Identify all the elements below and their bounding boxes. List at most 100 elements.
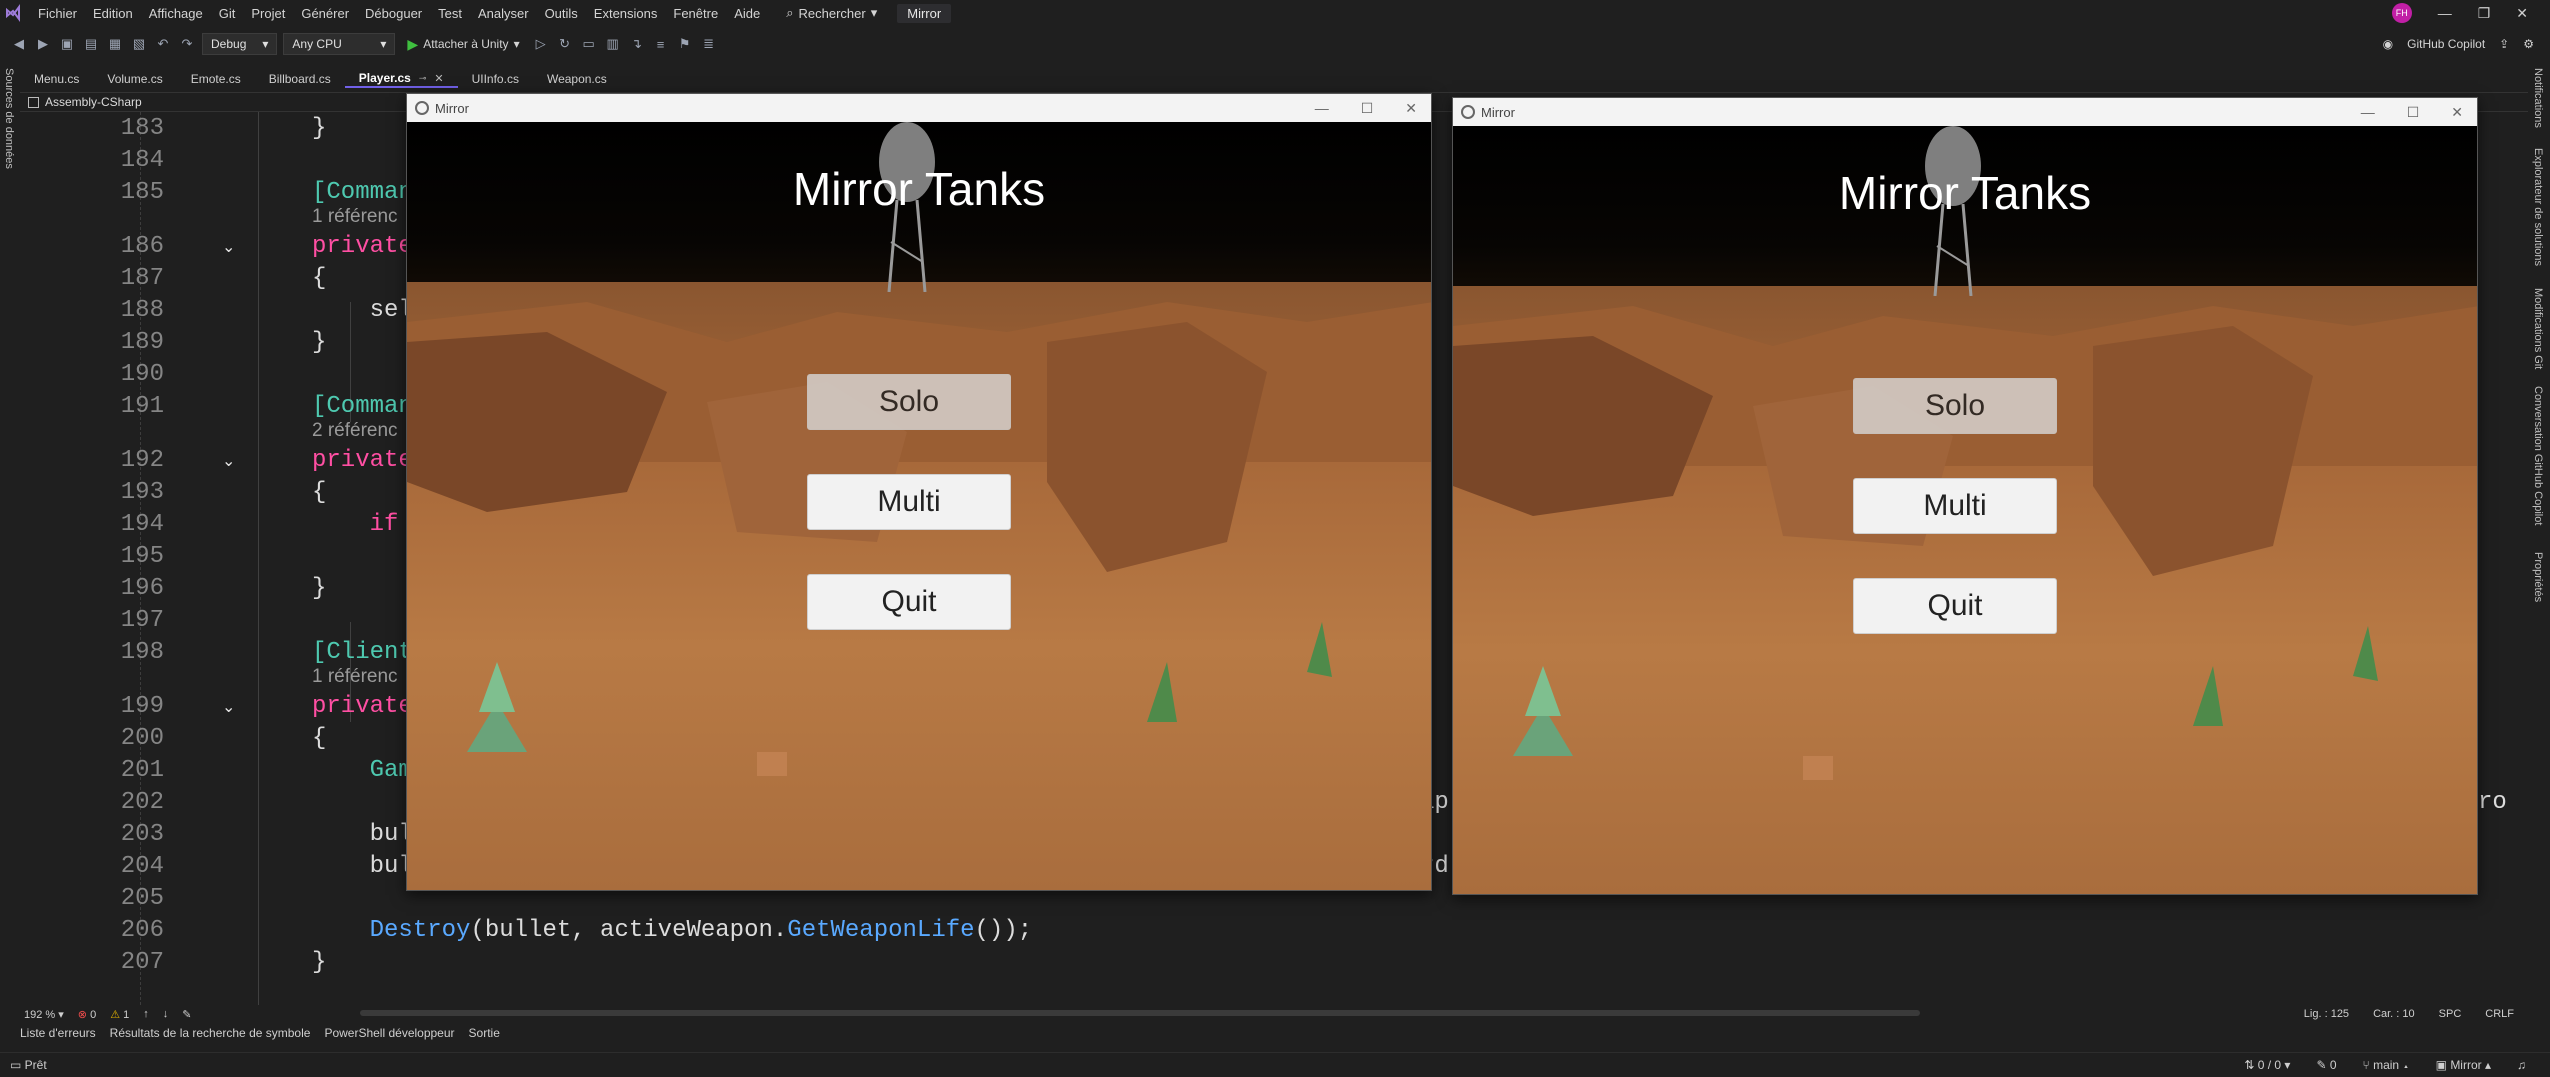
redo-icon[interactable]: ↷ <box>178 35 196 53</box>
solo-button[interactable]: Solo <box>807 374 1011 430</box>
layout-icon[interactable]: ▥ <box>604 35 622 53</box>
tab-output[interactable]: Sortie <box>469 1026 500 1044</box>
quit-button[interactable]: Quit <box>1853 578 2057 634</box>
hot-reload-icon[interactable]: ↻ <box>556 35 574 53</box>
close-icon[interactable]: ✕ <box>2516 5 2528 22</box>
multi-button[interactable]: Multi <box>1853 478 2057 534</box>
line-ending[interactable]: CRLF <box>2485 1008 2514 1020</box>
branch-select[interactable]: ⑂ main ▴ <box>2363 1058 2410 1072</box>
minimize-icon[interactable]: — <box>1315 100 1329 117</box>
account-avatar[interactable]: FH <box>2391 3 2412 23</box>
repository-select[interactable]: ▣ Mirror ▴ <box>2436 1058 2491 1072</box>
tab-developer-powershell[interactable]: PowerShell développeur <box>324 1026 454 1044</box>
menu-view[interactable]: Affichage <box>141 6 211 21</box>
close-icon[interactable]: ✕ <box>2451 104 2463 121</box>
tab-player-cs[interactable]: Player.cs ⊸ ✕ <box>344 70 458 88</box>
menu-file[interactable]: Fichier <box>30 6 85 21</box>
close-icon[interactable]: ✕ <box>1405 100 1417 117</box>
references-count[interactable]: 2 référenc <box>312 420 398 442</box>
git-changes-tab[interactable]: Modifications Git <box>2532 288 2544 369</box>
undo-icon[interactable]: ↶ <box>154 35 172 53</box>
solution-explorer-tab[interactable]: Explorateur de solutions <box>2532 148 2544 266</box>
fold-toggle-icon[interactable]: ⌄ <box>222 237 235 256</box>
menu-git[interactable]: Git <box>211 6 244 21</box>
solution-name[interactable]: Mirror <box>897 3 952 23</box>
quit-button[interactable]: Quit <box>807 574 1011 630</box>
copilot-button[interactable]: GitHub Copilot <box>2407 37 2485 51</box>
close-tab-icon[interactable]: ✕ <box>434 72 443 85</box>
restore-icon[interactable]: ❐ <box>2478 5 2491 22</box>
data-sources-tab[interactable]: Sources de données <box>3 68 15 169</box>
settings-icon[interactable]: ⚙ <box>2523 37 2534 51</box>
share-icon[interactable]: ⇪ <box>2499 37 2509 51</box>
multi-button[interactable]: Multi <box>807 474 1011 530</box>
brush-icon[interactable]: ✎ <box>182 1008 191 1021</box>
tab-emote-cs[interactable]: Emote.cs <box>177 70 255 88</box>
tab-menu-cs[interactable]: Menu.cs <box>20 70 93 88</box>
maximize-icon[interactable]: ☐ <box>1361 100 1374 117</box>
zoom-select[interactable]: 192 % ▾ <box>24 1008 64 1021</box>
references-count[interactable]: 1 référenc <box>312 206 398 228</box>
tab-error-list[interactable]: Liste d'erreurs <box>20 1026 96 1044</box>
new-project-icon[interactable]: ▣ <box>58 35 76 53</box>
menu-edit[interactable]: Edition <box>85 6 141 21</box>
notifications-tab[interactable]: Notifications <box>2532 68 2544 128</box>
cursor-line[interactable]: Lig. : 125 <box>2304 1008 2349 1020</box>
comment-icon[interactable]: ≣ <box>700 35 718 53</box>
maximize-icon[interactable]: ☐ <box>2407 104 2420 121</box>
platform-select[interactable]: Any CPU ▾ <box>283 33 396 55</box>
menu-tools[interactable]: Outils <box>537 6 586 21</box>
arrow-down-icon[interactable]: ↓ <box>163 1008 169 1020</box>
tab-volume-cs[interactable]: Volume.cs <box>93 70 176 88</box>
solo-button[interactable]: Solo <box>1853 378 2057 434</box>
menu-project[interactable]: Projet <box>243 6 293 21</box>
game-window-left[interactable]: Mirror — ☐ ✕ Mirror Tanks Solo Multi Qui… <box>406 93 1432 891</box>
tab-symbol-results[interactable]: Résultats de la recherche de symbole <box>110 1026 311 1044</box>
navigate-forward-icon[interactable]: ▶ <box>34 35 52 53</box>
warning-count[interactable]: ⚠ 1 <box>110 1008 129 1021</box>
menu-window[interactable]: Fenêtre <box>665 6 726 21</box>
error-count[interactable]: ⊗ 0 <box>78 1008 96 1021</box>
menu-test[interactable]: Test <box>430 6 470 21</box>
menu-build[interactable]: Générer <box>293 6 357 21</box>
game-window-titlebar[interactable]: Mirror — ☐ ✕ <box>407 94 1431 122</box>
open-folder-icon[interactable]: ▤ <box>82 35 100 53</box>
tab-billboard-cs[interactable]: Billboard.cs <box>255 70 345 88</box>
game-window-right[interactable]: Mirror — ☐ ✕ Mirror Tanks Solo Multi Qui… <box>1452 97 2478 895</box>
cursor-column[interactable]: Car. : 10 <box>2373 1008 2415 1020</box>
horizontal-scrollbar[interactable] <box>360 1010 1920 1016</box>
pending-changes[interactable]: ✎ 0 <box>2316 1058 2336 1072</box>
menu-analyze[interactable]: Analyser <box>470 6 537 21</box>
menu-extensions[interactable]: Extensions <box>586 6 666 21</box>
game-viewport[interactable]: Mirror Tanks Solo Multi Quit <box>1453 126 2477 894</box>
game-window-titlebar[interactable]: Mirror — ☐ ✕ <box>1453 98 2477 126</box>
minimize-icon[interactable]: — <box>2438 5 2452 21</box>
arrow-up-icon[interactable]: ↑ <box>143 1008 149 1020</box>
references-count[interactable]: 1 référenc <box>312 666 398 688</box>
folder-icon[interactable]: ▭ <box>580 35 598 53</box>
step-icon[interactable]: ↴ <box>628 35 646 53</box>
bookmark-icon[interactable]: ⚑ <box>676 35 694 53</box>
tab-weapon-cs[interactable]: Weapon.cs <box>533 70 621 88</box>
properties-tab[interactable]: Propriétés <box>2532 552 2544 602</box>
menu-debug[interactable]: Déboguer <box>357 6 430 21</box>
menu-help[interactable]: Aide <box>726 6 768 21</box>
notification-bell-icon[interactable]: ♫ <box>2517 1058 2526 1072</box>
navigate-back-icon[interactable]: ◀ <box>10 35 28 53</box>
fold-toggle-icon[interactable]: ⌄ <box>222 697 235 716</box>
search-menu[interactable]: ⌕ Rechercher ▾ <box>776 5 887 21</box>
format-icon[interactable]: ≡ <box>652 35 670 53</box>
whitespace-mode[interactable]: SPC <box>2439 1008 2462 1020</box>
save-icon[interactable]: ▦ <box>106 35 124 53</box>
fold-toggle-icon[interactable]: ⌄ <box>222 451 235 470</box>
configuration-select[interactable]: Debug ▾ <box>202 33 278 55</box>
attach-unity-button[interactable]: ▶ Attacher à Unity ▾ <box>401 36 525 53</box>
save-all-icon[interactable]: ▧ <box>130 35 148 53</box>
sync-status[interactable]: ⇅ 0 / 0 ▾ <box>2244 1058 2290 1072</box>
copilot-chat-tab[interactable]: Conversation GitHub Copilot <box>2532 386 2544 525</box>
pin-icon[interactable]: ⊸ <box>419 73 427 84</box>
minimize-icon[interactable]: — <box>2361 104 2375 121</box>
tab-uiinfo-cs[interactable]: UIInfo.cs <box>458 70 533 88</box>
game-viewport[interactable]: Mirror Tanks Solo Multi Quit <box>407 122 1431 890</box>
start-without-debug-icon[interactable]: ▷ <box>532 35 550 53</box>
